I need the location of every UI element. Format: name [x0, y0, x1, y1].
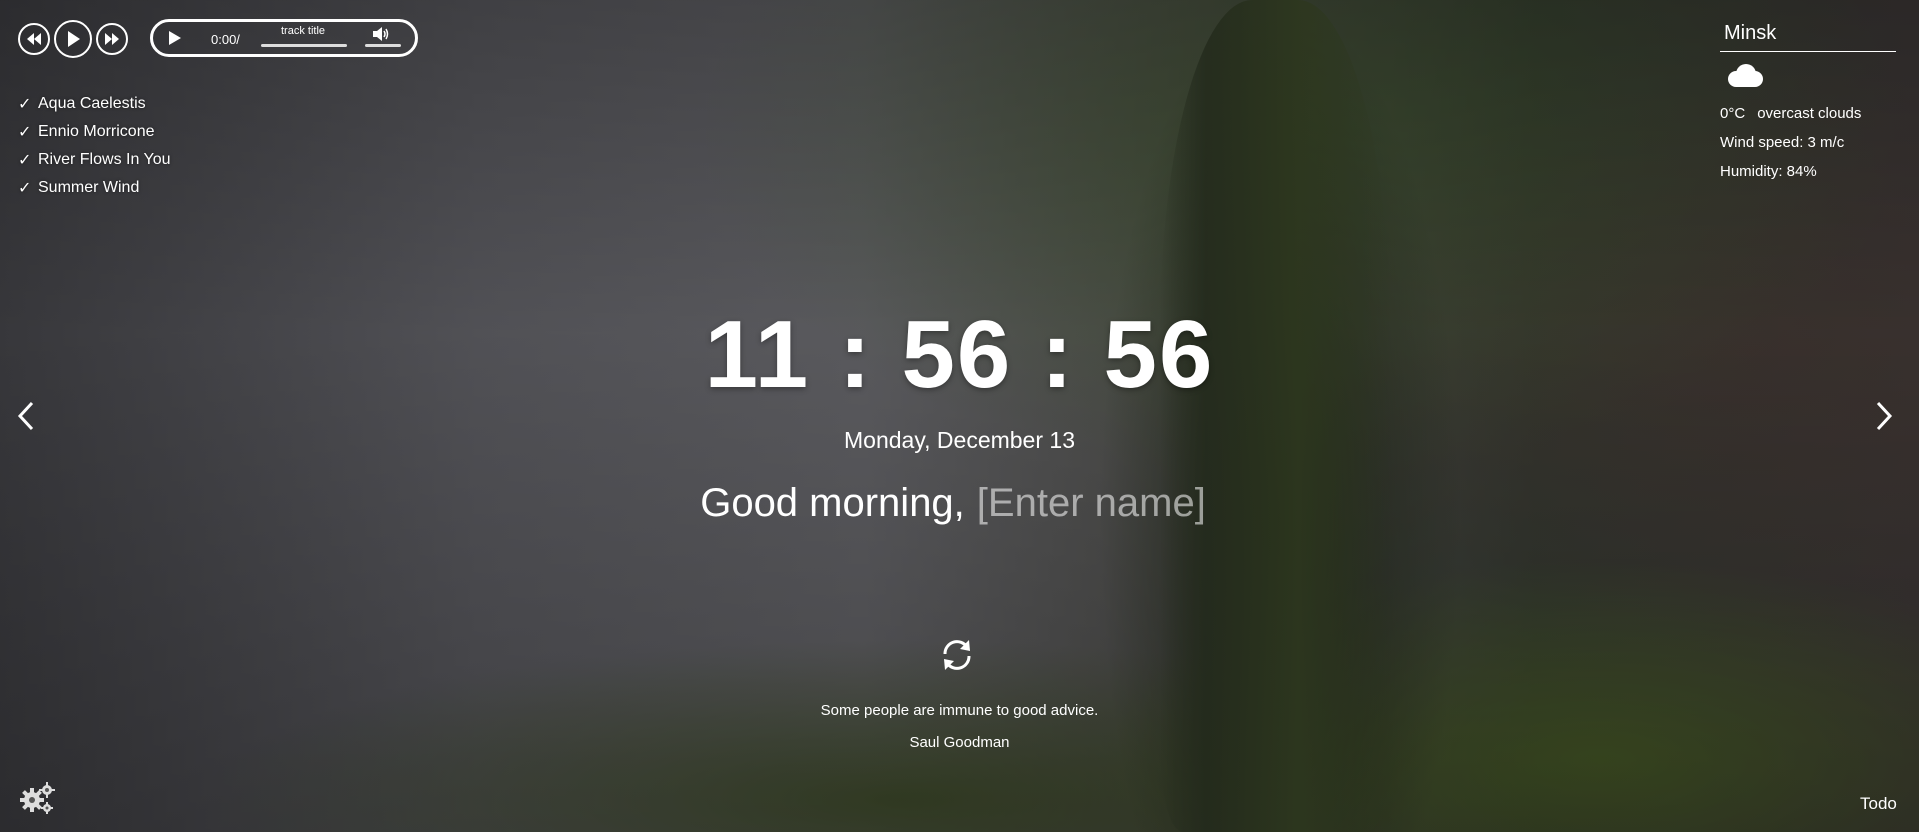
- clock-time: 11 : 56 : 56: [704, 301, 1215, 408]
- audio-time: 0:00/: [211, 32, 240, 47]
- app-root: 0:00/ track title ✓ Aqua Caelestis ✓ Ennio…: [0, 0, 1919, 832]
- fast-forward-icon: [105, 33, 119, 45]
- clock-date: Monday, December 13: [844, 427, 1075, 453]
- city-input[interactable]: [1720, 20, 1896, 52]
- weather-description: overcast clouds: [1757, 105, 1862, 122]
- volume-icon: [373, 27, 389, 41]
- playlist-item[interactable]: ✓ Aqua Caelestis: [18, 90, 171, 118]
- quote-text: Some people are immune to good advice.: [820, 702, 1099, 719]
- playlist: ✓ Aqua Caelestis ✓ Ennio Morricone ✓ River …: [18, 90, 171, 202]
- refresh-icon: [943, 640, 971, 670]
- greeting-text: Good morning,: [700, 481, 965, 525]
- check-icon: ✓: [18, 96, 32, 113]
- rewind-icon: [27, 33, 41, 45]
- weather-widget: 0°C overcast clouds Wind speed: 3 m/c Hum…: [1720, 20, 1896, 180]
- audio-progress-bar[interactable]: [261, 44, 347, 47]
- playlist-item-title: Aqua Caelestis: [38, 95, 146, 112]
- weather-summary: 0°C overcast clouds: [1720, 105, 1890, 122]
- humidity: Humidity: 84%: [1720, 163, 1817, 180]
- quote-author: Saul Goodman: [909, 734, 1010, 751]
- check-icon: ✓: [18, 124, 32, 141]
- name-input[interactable]: [974, 480, 1219, 527]
- audio-play-button[interactable]: [169, 31, 181, 50]
- cloud-icon: [1724, 64, 1890, 93]
- check-icon: ✓: [18, 152, 32, 169]
- gear-icon: [20, 782, 55, 814]
- quote-refresh-button[interactable]: [939, 637, 975, 678]
- playlist-item-title: Summer Wind: [38, 179, 140, 196]
- playlist-item[interactable]: ✓ River Flows In You: [18, 146, 171, 174]
- play-next-button[interactable]: [96, 23, 128, 55]
- wind-speed: Wind speed: 3 m/c: [1720, 134, 1845, 151]
- playlist-item-title: River Flows In You: [38, 151, 171, 168]
- todo-button[interactable]: Todo: [1860, 794, 1897, 814]
- play-icon: [169, 31, 181, 45]
- playlist-item[interactable]: ✓ Ennio Morricone: [18, 118, 171, 146]
- playlist-item-title: Ennio Morricone: [38, 123, 155, 140]
- play-icon: [68, 31, 80, 47]
- audio-track-title: track title: [281, 25, 326, 37]
- temperature: 0°C: [1720, 105, 1746, 122]
- greeting: Good morning,: [0, 480, 1919, 527]
- play-prev-button[interactable]: [18, 23, 50, 55]
- playlist-item[interactable]: ✓ Summer Wind: [18, 174, 171, 202]
- audio-player: 0:00/ track title: [150, 19, 418, 57]
- volume-slider[interactable]: [365, 44, 401, 47]
- play-button[interactable]: [54, 20, 92, 58]
- player-controls: [18, 20, 128, 58]
- settings-button[interactable]: [18, 780, 56, 821]
- check-icon: ✓: [18, 180, 32, 197]
